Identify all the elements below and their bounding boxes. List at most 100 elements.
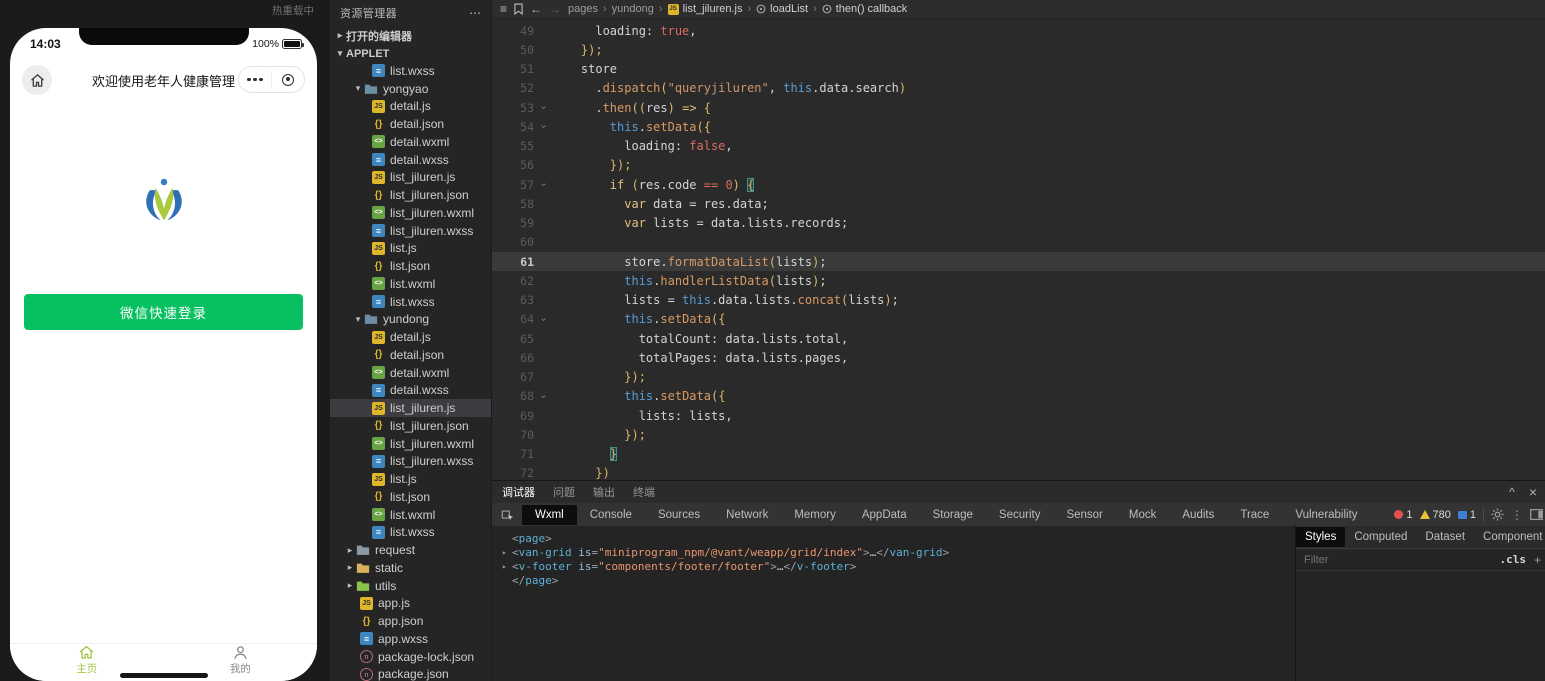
code-line-60[interactable]: 60: [492, 233, 1545, 252]
fold-chevron-icon[interactable]: ›: [536, 121, 552, 132]
wxml-node[interactable]: ▸ < v-footer is = "components/footer/footer"…: [502, 559, 1295, 573]
code-line-61[interactable]: 61 store.formatDataList(lists);: [492, 252, 1545, 272]
tree-file-detail.wxml[interactable]: <> detail.wxml: [330, 364, 491, 382]
code-line-53[interactable]: 53 › .then((res) => {: [492, 98, 1545, 117]
code-line-57[interactable]: 57 › if (res.code == 0) {: [492, 175, 1545, 194]
dock-side-icon[interactable]: [1530, 509, 1543, 520]
tree-file-list.wxml[interactable]: <> list.wxml: [330, 506, 491, 524]
code-line-68[interactable]: 68 › this.setData({: [492, 387, 1545, 406]
devtools-tab-vulnerability[interactable]: Vulnerability: [1282, 505, 1370, 525]
warning-badge[interactable]: 780: [1419, 509, 1451, 521]
code-line-56[interactable]: 56 });: [492, 156, 1545, 175]
expand-arrow-icon[interactable]: ▸: [502, 562, 512, 571]
tree-file-detail.wxml[interactable]: <> detail.wxml: [330, 133, 491, 151]
tree-file-detail.wxss[interactable]: ≡ detail.wxss: [330, 151, 491, 169]
inspector-tab-dataset[interactable]: Dataset: [1416, 527, 1474, 547]
tree-file-list.js[interactable]: JS list.js: [330, 470, 491, 488]
code-line-65[interactable]: 65 totalCount: data.lists.total,: [492, 329, 1545, 348]
close-mini-program-button[interactable]: [272, 73, 304, 86]
tree-file-list_jiluren.wxss[interactable]: ≡ list_jiluren.wxss: [330, 453, 491, 471]
section-applet[interactable]: ▾ APPLET: [330, 45, 491, 62]
code-line-50[interactable]: 50 });: [492, 40, 1545, 59]
collapse-panel-icon[interactable]: ^: [1509, 486, 1515, 498]
error-badge[interactable]: 1: [1394, 509, 1413, 521]
inspect-element-icon[interactable]: [498, 508, 518, 522]
tree-file-list_jiluren.json[interactable]: {} list_jiluren.json: [330, 186, 491, 204]
wxml-node[interactable]: ▸ < van-grid is = "miniprogram_npm/@vant/wea…: [502, 545, 1295, 559]
code-line-64[interactable]: 64 › this.setData({: [492, 310, 1545, 329]
filter-input[interactable]: Filter: [1304, 554, 1328, 566]
inspector-tab-computed[interactable]: Computed: [1345, 527, 1416, 547]
devtools-tab-appdata[interactable]: AppData: [849, 505, 920, 525]
devtools-tab-storage[interactable]: Storage: [920, 505, 986, 525]
fold-chevron-icon[interactable]: ›: [536, 179, 552, 190]
tree-file-list_jiluren.json[interactable]: {} list_jiluren.json: [330, 417, 491, 435]
breadcrumb-item[interactable]: then() callback: [836, 3, 908, 15]
code-line-72[interactable]: 72 }): [492, 464, 1545, 480]
breadcrumb-item[interactable]: pages: [568, 3, 598, 15]
devtools-tab-mock[interactable]: Mock: [1116, 505, 1169, 525]
tree-file-list_jiluren.wxml[interactable]: <> list_jiluren.wxml: [330, 204, 491, 222]
devtools-tab-security[interactable]: Security: [986, 505, 1054, 525]
tree-file-package.json[interactable]: n package.json: [330, 666, 491, 681]
bookmark-icon[interactable]: [514, 3, 523, 15]
panel-tab-终端[interactable]: 终端: [631, 481, 657, 504]
tree-file-list_jiluren.wxss[interactable]: ≡ list_jiluren.wxss: [330, 222, 491, 240]
tree-file-list.wxml[interactable]: <> list.wxml: [330, 275, 491, 293]
tree-file-app.js[interactable]: JS app.js: [330, 595, 491, 613]
tree-folder-static[interactable]: ▸ static: [330, 559, 491, 577]
wechat-login-button[interactable]: 微信快速登录: [24, 294, 303, 330]
devtools-tab-wxml[interactable]: Wxml: [522, 504, 577, 525]
code-line-69[interactable]: 69 lists: lists,: [492, 406, 1545, 425]
tree-file-package-lock.json[interactable]: n package-lock.json: [330, 648, 491, 666]
tree-file-list.wxss[interactable]: ≡ list.wxss: [330, 293, 491, 311]
breadcrumb-item[interactable]: loadList: [770, 3, 808, 15]
devtools-tab-sources[interactable]: Sources: [645, 505, 713, 525]
tree-file-detail.wxss[interactable]: ≡ detail.wxss: [330, 382, 491, 400]
tree-file-list.wxss[interactable]: ≡ list.wxss: [330, 524, 491, 542]
panel-tab-调试器[interactable]: 调试器: [500, 481, 537, 504]
wxml-node[interactable]: </page >: [502, 573, 1295, 587]
panel-tab-输出[interactable]: 输出: [591, 481, 617, 504]
code-line-54[interactable]: 54 › this.setData({: [492, 117, 1545, 136]
more-button[interactable]: [239, 77, 271, 82]
breadcrumb-item[interactable]: list_jiluren.js: [683, 3, 743, 15]
toggle-class-button[interactable]: .cls: [1499, 553, 1526, 566]
tree-folder-utils[interactable]: ▸ utils: [330, 577, 491, 595]
tree-folder-request[interactable]: ▸ request: [330, 541, 491, 559]
code-line-62[interactable]: 62 this.handlerListData(lists);: [492, 271, 1545, 290]
code-line-70[interactable]: 70 });: [492, 425, 1545, 444]
breadcrumb-item[interactable]: yundong: [612, 3, 654, 15]
fold-chevron-icon[interactable]: ›: [536, 102, 552, 113]
explorer-more-button[interactable]: ⋯: [469, 6, 481, 20]
code-line-59[interactable]: 59 var lists = data.lists.records;: [492, 214, 1545, 233]
code-line-52[interactable]: 52 .dispatch("queryjiluren", this.data.s…: [492, 79, 1545, 98]
tree-folder-yongyao[interactable]: ▾ yongyao: [330, 80, 491, 98]
info-badge[interactable]: 1: [1457, 509, 1476, 521]
inspector-tab-component-data[interactable]: Component Data: [1474, 527, 1545, 547]
code-line-66[interactable]: 66 totalPages: data.lists.pages,: [492, 348, 1545, 367]
section-open-editors[interactable]: ▸ 打开的编辑器: [330, 26, 491, 45]
settings-gear-icon[interactable]: [1491, 508, 1504, 521]
devtools-tab-sensor[interactable]: Sensor: [1053, 505, 1115, 525]
code-line-49[interactable]: 49 loading: true,: [492, 21, 1545, 40]
code-line-51[interactable]: 51 store: [492, 60, 1545, 79]
inspector-tab-styles[interactable]: Styles: [1296, 527, 1346, 547]
forward-button[interactable]: →: [549, 3, 561, 15]
new-style-rule-button[interactable]: +: [1534, 553, 1541, 567]
code-line-63[interactable]: 63 lists = this.data.lists.concat(lists)…: [492, 291, 1545, 310]
devtools-tab-network[interactable]: Network: [713, 505, 781, 525]
code-line-58[interactable]: 58 var data = res.data;: [492, 194, 1545, 213]
tree-file-list.wxss[interactable]: ≡ list.wxss: [330, 62, 491, 80]
menu-icon[interactable]: ≡: [500, 3, 507, 15]
tree-folder-yundong[interactable]: ▾ yundong: [330, 311, 491, 329]
kebab-menu-icon[interactable]: ⋮: [1511, 508, 1523, 522]
tree-file-detail.json[interactable]: {} detail.json: [330, 115, 491, 133]
devtools-tab-memory[interactable]: Memory: [781, 505, 849, 525]
tree-file-list_jiluren.js[interactable]: JS list_jiluren.js: [330, 399, 491, 417]
tree-file-list_jiluren.wxml[interactable]: <> list_jiluren.wxml: [330, 435, 491, 453]
tree-file-list_jiluren.js[interactable]: JS list_jiluren.js: [330, 169, 491, 187]
devtools-tab-console[interactable]: Console: [577, 505, 645, 525]
expand-arrow-icon[interactable]: ▸: [502, 548, 512, 557]
fold-chevron-icon[interactable]: ›: [536, 391, 552, 402]
